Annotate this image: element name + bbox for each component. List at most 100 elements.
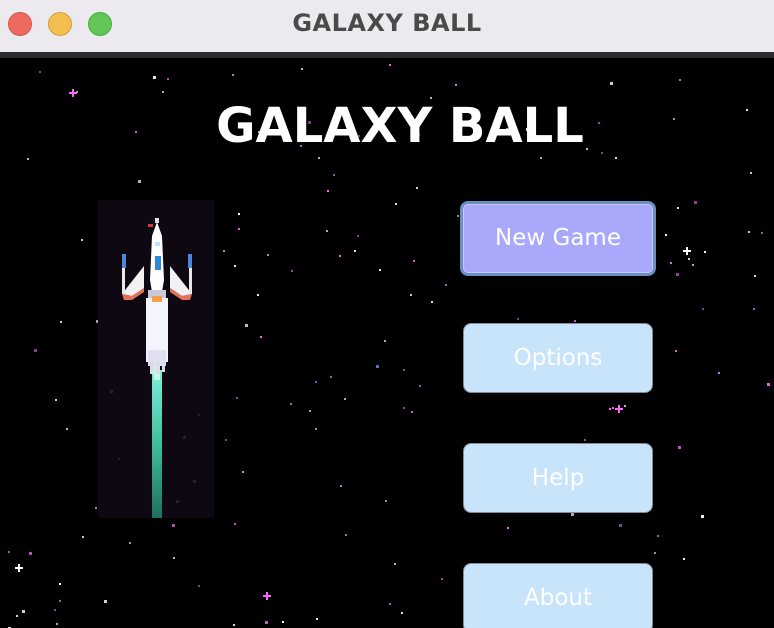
star xyxy=(138,180,141,183)
star xyxy=(517,318,519,320)
star xyxy=(457,215,459,217)
about-button[interactable]: About xyxy=(463,563,653,628)
star xyxy=(455,84,457,86)
star xyxy=(419,385,421,387)
star xyxy=(315,381,317,383)
sparkle-star xyxy=(15,564,23,572)
star xyxy=(540,157,542,159)
star xyxy=(344,398,346,400)
star xyxy=(654,552,656,554)
star xyxy=(683,558,685,560)
star xyxy=(673,118,675,120)
star xyxy=(754,275,756,277)
star xyxy=(395,203,397,205)
sparkle-star xyxy=(263,592,271,600)
star xyxy=(750,172,752,174)
star xyxy=(665,234,667,236)
star xyxy=(301,68,303,70)
star xyxy=(327,190,329,192)
star xyxy=(54,609,56,611)
window-title: GALAXY BALL xyxy=(292,9,482,37)
game-canvas: GALAXY BALL New Game Options Help About xyxy=(0,58,774,628)
star xyxy=(282,621,284,623)
star xyxy=(8,551,10,553)
star xyxy=(16,615,18,617)
star xyxy=(675,350,677,352)
star xyxy=(354,250,356,252)
star xyxy=(236,397,238,399)
star xyxy=(29,552,32,555)
star xyxy=(82,536,84,538)
star xyxy=(153,76,156,79)
sparkle-star xyxy=(615,405,623,413)
star xyxy=(39,71,41,73)
star xyxy=(104,600,107,603)
star xyxy=(232,74,234,76)
star xyxy=(767,383,770,386)
star xyxy=(761,232,763,234)
star xyxy=(34,349,37,352)
star xyxy=(571,513,574,516)
star xyxy=(677,207,679,209)
star xyxy=(413,260,415,262)
star xyxy=(619,524,622,527)
star xyxy=(290,403,292,405)
star xyxy=(167,78,169,80)
star xyxy=(507,527,509,529)
star xyxy=(330,376,332,378)
star xyxy=(318,157,320,159)
star xyxy=(333,174,335,176)
star xyxy=(379,269,381,271)
spaceship-image xyxy=(98,200,214,518)
sparkle-star xyxy=(69,89,77,97)
star xyxy=(702,308,704,310)
help-button[interactable]: Help xyxy=(463,443,653,513)
star xyxy=(316,618,318,620)
star xyxy=(610,82,613,85)
star xyxy=(135,131,137,133)
star xyxy=(670,262,672,264)
star xyxy=(238,213,240,215)
star xyxy=(376,365,379,368)
options-button[interactable]: Options xyxy=(463,323,653,393)
star xyxy=(609,408,611,410)
star xyxy=(27,158,29,160)
star xyxy=(385,500,387,502)
star xyxy=(198,585,200,587)
star xyxy=(718,372,720,374)
star xyxy=(441,578,443,580)
star xyxy=(753,308,755,310)
star xyxy=(315,428,317,430)
star xyxy=(679,79,681,81)
star xyxy=(291,270,293,272)
star xyxy=(59,583,61,585)
star xyxy=(234,523,236,525)
star xyxy=(657,535,659,537)
star xyxy=(260,336,262,338)
star xyxy=(66,428,68,430)
star xyxy=(56,623,58,625)
new-game-button[interactable]: New Game xyxy=(460,201,656,276)
star xyxy=(267,254,269,256)
star xyxy=(678,446,681,449)
star xyxy=(162,91,164,93)
star xyxy=(339,255,341,257)
star xyxy=(345,534,347,536)
star xyxy=(394,563,396,565)
star xyxy=(225,439,227,441)
star xyxy=(746,109,748,111)
star xyxy=(574,320,576,322)
star xyxy=(403,407,405,409)
star xyxy=(701,515,704,518)
star xyxy=(309,410,311,412)
title-bar: GALAXY BALL xyxy=(0,0,774,52)
star xyxy=(384,340,386,342)
star xyxy=(389,603,391,605)
star xyxy=(223,250,225,252)
star xyxy=(688,258,690,260)
star xyxy=(431,301,433,303)
star xyxy=(584,439,586,441)
star xyxy=(676,273,679,276)
star xyxy=(403,369,405,371)
star xyxy=(60,321,62,323)
